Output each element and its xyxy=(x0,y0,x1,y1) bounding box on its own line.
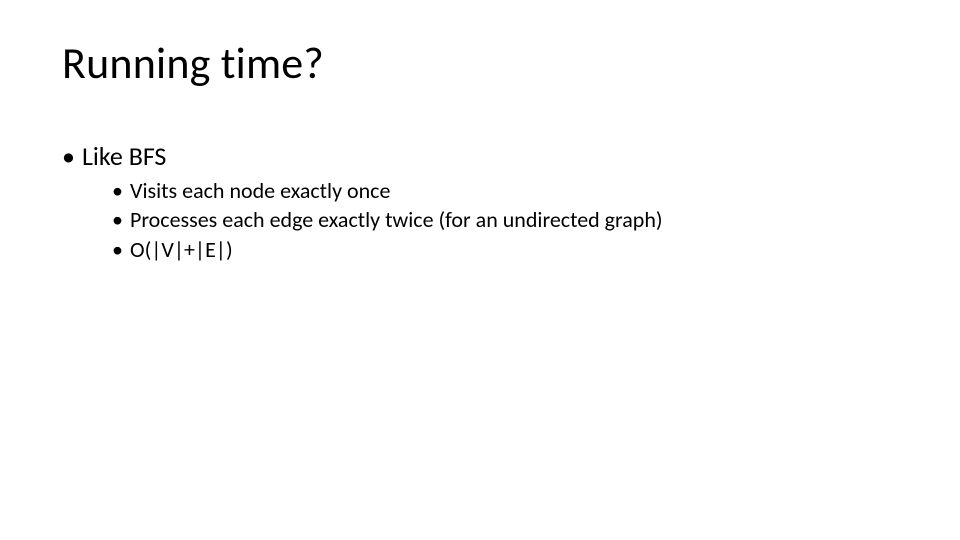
list-item-label: Visits each node exactly once xyxy=(130,177,390,204)
list-item: Visits each node exactly once xyxy=(112,177,898,205)
bullet-list-level1: Like BFS Visits each node exactly once P… xyxy=(62,140,898,263)
slide-body: Like BFS Visits each node exactly once P… xyxy=(62,140,898,269)
list-item: Processes each edge exactly twice (for a… xyxy=(112,206,898,234)
bullet-list-level2: Visits each node exactly once Processes … xyxy=(82,177,898,264)
list-item: Like BFS Visits each node exactly once P… xyxy=(62,140,898,263)
slide-title: Running time? xyxy=(62,36,324,90)
list-item: O(|V|+|E|) xyxy=(112,236,898,264)
list-item-label: Processes each edge exactly twice (for a… xyxy=(130,206,663,233)
list-item-label: Like BFS xyxy=(82,140,166,172)
slide: Running time? Like BFS Visits each node … xyxy=(0,0,960,540)
list-item-label: O(|V|+|E|) xyxy=(130,236,233,263)
